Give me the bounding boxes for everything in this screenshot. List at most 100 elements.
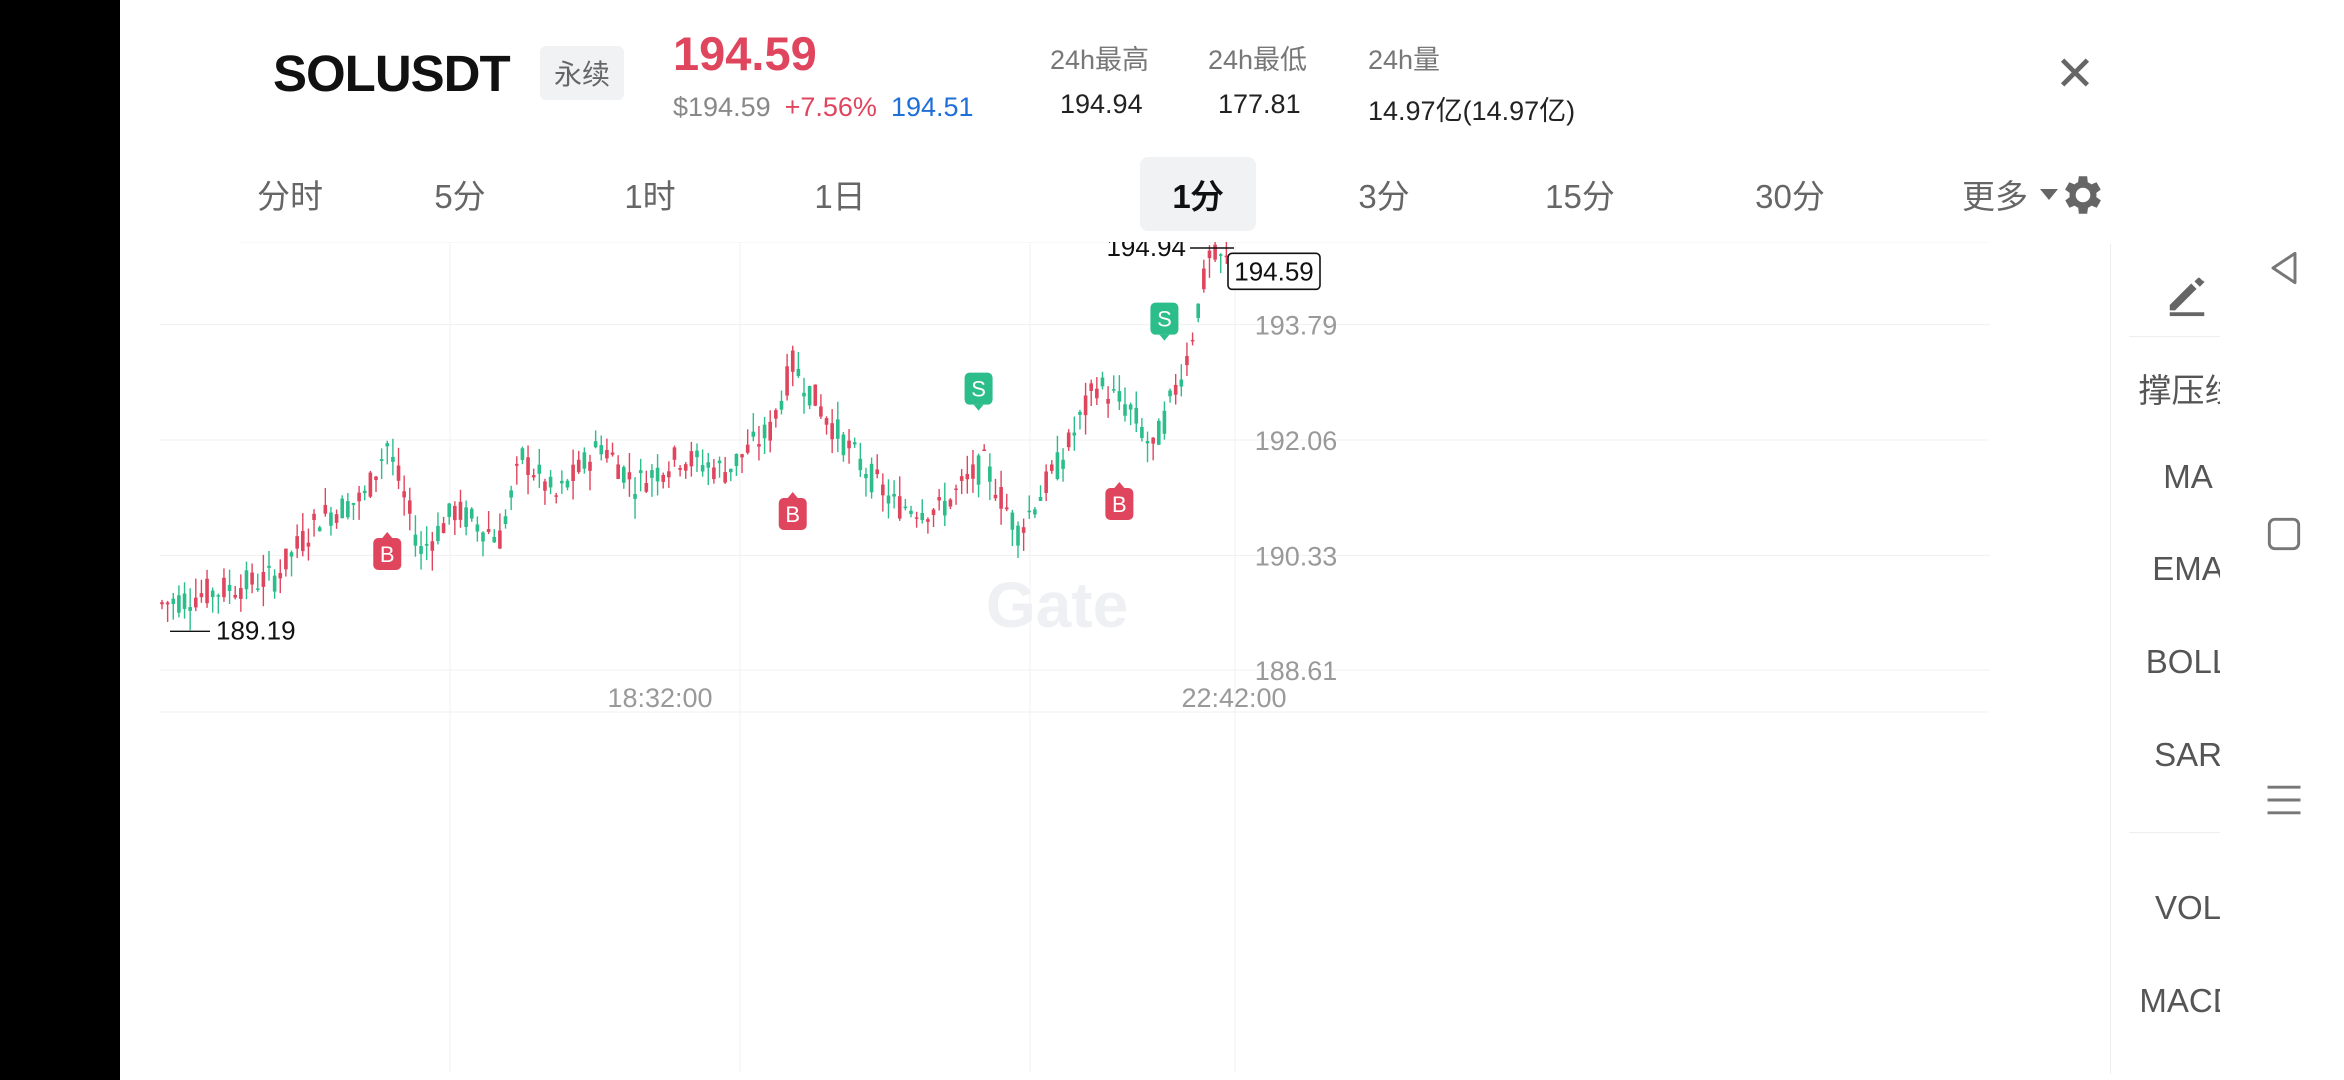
candle-body — [436, 525, 440, 542]
candle-body — [909, 510, 913, 514]
tab-15m[interactable]: 15分 — [1520, 157, 1640, 231]
candle-body — [255, 588, 260, 590]
candle-body — [481, 532, 485, 542]
candle-body — [509, 490, 513, 498]
tab-1h[interactable]: 1时 — [600, 157, 700, 231]
candle-body — [1123, 404, 1127, 416]
tab-30m[interactable]: 30分 — [1730, 157, 1850, 231]
back-icon[interactable] — [2262, 246, 2306, 290]
candle-body — [988, 466, 992, 482]
tab-5m[interactable]: 5分 — [410, 157, 510, 231]
candle-body — [188, 607, 192, 611]
candle-body — [712, 467, 716, 480]
tab-3m[interactable]: 3分 — [1334, 157, 1434, 231]
candle-body — [205, 578, 209, 604]
candle-body — [419, 546, 423, 554]
tab-1d[interactable]: 1日 — [790, 157, 890, 231]
marker-label: B — [1112, 492, 1127, 517]
candle-body — [284, 548, 288, 570]
candle-body — [841, 434, 846, 456]
candle-body — [1162, 410, 1167, 434]
low-price-label: 189.19 — [216, 615, 296, 645]
marker-label: S — [1157, 307, 1172, 332]
pencil-icon[interactable] — [2164, 272, 2210, 318]
candle-body — [475, 524, 480, 532]
kline-chart-svg[interactable]: Gate 195.51193.79192.06190.33188.61 18:3… — [120, 242, 1990, 1072]
stat-value: 194.94 — [1060, 89, 1143, 119]
tab-more-label: 更多 — [1962, 178, 2028, 215]
marker-label: S — [971, 377, 986, 402]
candle-body — [779, 400, 784, 410]
candle-body — [1016, 525, 1020, 546]
candle-body — [565, 480, 570, 488]
x-axis: 18:32:00 22:42:00 — [607, 683, 1286, 713]
candle-body — [1151, 437, 1155, 444]
candle-body — [317, 527, 322, 532]
candle-body — [965, 473, 970, 480]
candle-body — [971, 464, 975, 479]
candle-body — [1066, 432, 1071, 448]
candle-body — [638, 470, 643, 474]
candle-body — [1196, 303, 1201, 319]
candle-body — [537, 464, 542, 474]
candle-body — [993, 494, 998, 499]
y-axis: 195.51193.79192.06190.33188.61 — [1255, 311, 1338, 686]
candle-body — [959, 476, 964, 481]
candle-body — [447, 503, 452, 517]
candle-body — [695, 450, 699, 458]
candle-body — [1213, 244, 1217, 260]
candle-body — [165, 602, 170, 605]
tab-1m[interactable]: 1分 — [1140, 157, 1256, 231]
candle-body — [368, 472, 373, 497]
candle-body — [672, 447, 677, 460]
candle-body — [362, 490, 367, 494]
candle-body — [999, 486, 1003, 509]
marker-pointer — [973, 404, 984, 411]
candle-body — [1190, 339, 1195, 342]
stat-24h-high: 24h最高 194.94 — [1050, 38, 1149, 120]
candle-body — [272, 575, 277, 592]
candle-body — [616, 464, 620, 479]
candle-body — [385, 443, 390, 447]
candle-body — [295, 536, 299, 549]
tab-fenshi[interactable]: 分时 — [240, 157, 340, 231]
home-icon[interactable] — [2262, 512, 2306, 556]
candle-body — [560, 480, 564, 484]
candle-body — [610, 452, 615, 455]
menu-icon[interactable] — [2262, 778, 2306, 822]
candle-body — [903, 506, 908, 509]
candle-body — [976, 455, 981, 485]
candle-body — [926, 519, 930, 522]
candle-body — [807, 386, 812, 406]
stat-label: 24h最低 — [1208, 45, 1308, 75]
candle-body — [667, 471, 671, 478]
mark-price[interactable]: 194.51 — [891, 92, 974, 123]
candle-body — [413, 534, 418, 546]
candle-body — [892, 493, 896, 497]
candle-body — [869, 463, 874, 493]
symbol-title[interactable]: SOLUSDT — [273, 44, 511, 103]
candle-body — [1095, 388, 1099, 399]
candle-body — [723, 472, 727, 483]
candle-body — [239, 587, 243, 599]
marker-label: B — [785, 502, 800, 527]
candle-body — [920, 512, 925, 521]
gear-icon[interactable] — [2058, 170, 2108, 220]
candle-body — [171, 598, 176, 605]
candle-body — [543, 481, 547, 491]
candle-body — [1010, 512, 1015, 530]
interval-tabs: 分时 5分 1时 1日 1分 3分 15分 30分 更多 — [240, 157, 2240, 233]
kline-chart[interactable]: Gate 195.51193.79192.06190.33188.61 18:3… — [120, 242, 1990, 1072]
x-tick-label: 22:42:00 — [1181, 683, 1286, 713]
candle-body — [790, 350, 795, 372]
close-icon[interactable]: ✕ — [2050, 50, 2100, 100]
y-tick-label: 193.79 — [1255, 311, 1338, 341]
marker-pointer — [1159, 334, 1170, 341]
candle-body — [1134, 407, 1139, 424]
candle-body — [633, 493, 637, 499]
candle-body — [835, 419, 840, 439]
candle-body — [340, 498, 345, 519]
candle-body — [830, 423, 834, 440]
candle-body — [796, 368, 801, 376]
candle-body — [193, 597, 198, 608]
